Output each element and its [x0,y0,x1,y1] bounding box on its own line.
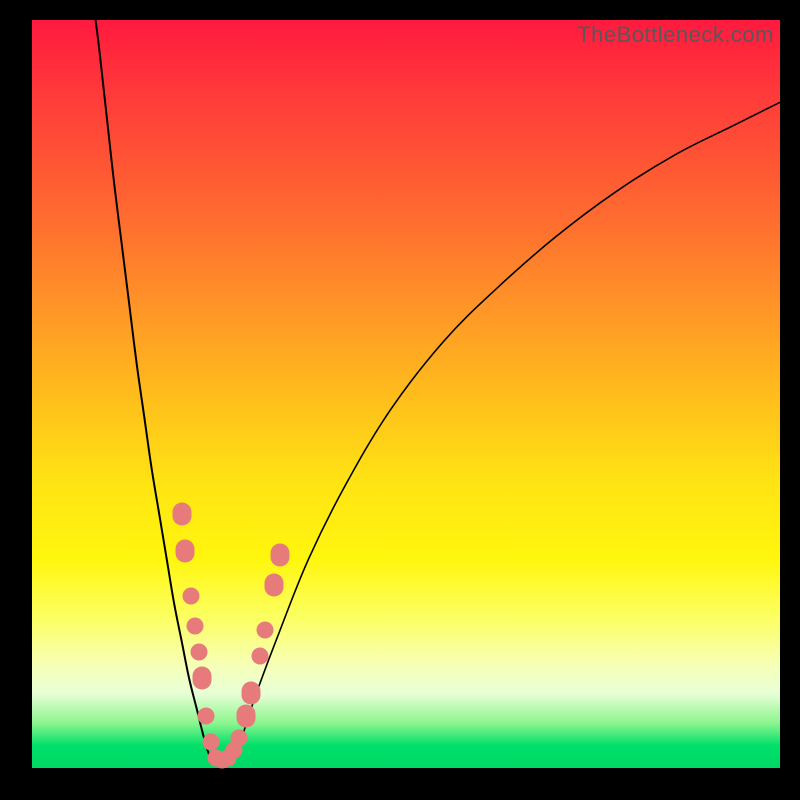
highlight-marker [242,682,261,705]
highlight-marker [176,540,195,563]
left-curve [96,20,233,763]
highlight-marker [257,621,274,638]
highlight-marker [231,730,248,747]
chart-stage: TheBottleneck.com [0,0,800,800]
plot-area: TheBottleneck.com [32,20,780,768]
highlight-marker [202,733,219,750]
curve-layer [32,20,780,768]
highlight-marker [183,587,200,604]
highlight-marker [252,647,269,664]
highlight-marker [198,707,215,724]
highlight-marker [271,543,290,566]
highlight-marker [187,617,204,634]
highlight-marker [172,502,191,525]
right-curve [210,102,780,762]
highlight-marker [236,704,255,727]
highlight-marker [265,573,284,596]
highlight-marker [190,644,207,661]
highlight-marker [192,667,211,690]
